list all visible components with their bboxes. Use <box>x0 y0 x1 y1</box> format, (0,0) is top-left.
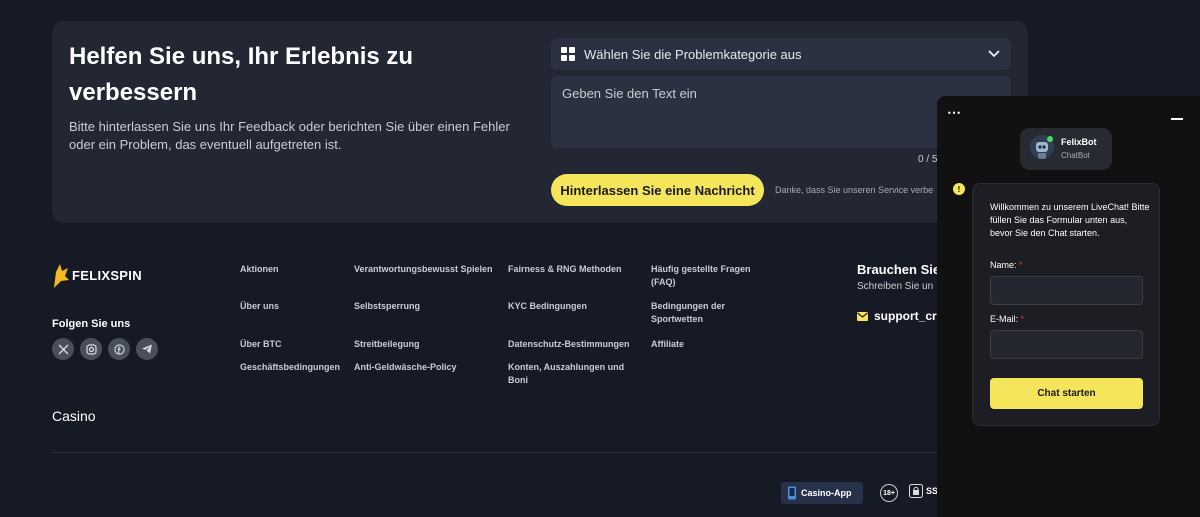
leave-message-button[interactable]: Hinterlassen Sie eine Nachricht <box>551 174 764 206</box>
write-us-text: Schreiben Sie un <box>857 281 934 292</box>
footer-link-ueber-uns[interactable]: Über uns <box>240 300 279 313</box>
follow-us-label: Folgen Sie uns <box>52 318 131 330</box>
info-icon: ! <box>953 183 965 195</box>
footer-link-fairness[interactable]: Fairness & RNG Methoden <box>508 263 622 276</box>
footer-link-kyc[interactable]: KYC Bedingungen <box>508 300 587 313</box>
start-chat-button[interactable]: Chat starten <box>990 378 1143 409</box>
bot-role: ChatBot <box>1061 151 1090 160</box>
logo-text: FELIXSPIN <box>72 267 142 283</box>
more-options-icon[interactable]: ⋯ <box>947 104 962 121</box>
footer-divider <box>52 452 942 453</box>
fox-logo-icon <box>54 264 69 288</box>
footer-link-streitbeilegung[interactable]: Streitbeilegung <box>354 338 420 351</box>
casino-heading: Casino <box>52 408 96 424</box>
bot-name: FelixBot <box>1061 137 1097 147</box>
thanks-text: Danke, dass Sie unseren Service verbe <box>775 185 934 195</box>
footer-link-verantwortung[interactable]: Verantwortungsbewusst Spielen <box>354 263 493 276</box>
feedback-description: Bitte hinterlassen Sie uns Ihr Feedback … <box>69 119 510 152</box>
footer-link-ueber-btc[interactable]: Über BTC <box>240 338 282 351</box>
footer-link-selbstsperrung[interactable]: Selbstsperrung <box>354 300 420 313</box>
problem-category-select[interactable]: Wählen Sie die Problemkategorie aus <box>551 38 1011 70</box>
footer-link-anti-geldwaesche[interactable]: Anti-Geldwäsche-Policy <box>354 361 457 374</box>
footer-link-aktionen[interactable]: Aktionen <box>240 263 279 276</box>
mail-icon <box>857 311 868 321</box>
need-help-title: Brauchen Sie <box>857 262 941 277</box>
casino-app-badge[interactable]: Casino-App <box>781 482 863 504</box>
footer-link-sportwetten[interactable]: Bedingungen der Sportwetten <box>651 300 741 326</box>
email-label: E-Mail: * <box>990 314 1025 324</box>
welcome-message: Willkommen zu unserem LiveChat! Bitte fü… <box>990 202 1150 238</box>
lock-icon <box>909 484 923 498</box>
age-18-badge: 18+ <box>880 484 898 502</box>
telegram-icon[interactable] <box>136 338 158 360</box>
support-email-text: support_cr <box>874 309 937 323</box>
felixspin-logo[interactable]: FELIXSPIN <box>52 262 142 288</box>
feedback-card: Helfen Sie uns, Ihr Erlebnis zu verbesse… <box>52 21 1028 223</box>
feedback-title: Helfen Sie uns, Ihr Erlebnis zu verbesse… <box>69 43 414 106</box>
casino-app-label: Casino-App <box>801 488 852 498</box>
facebook-icon[interactable] <box>108 338 130 360</box>
x-icon[interactable] <box>52 338 74 360</box>
footer-link-faq[interactable]: Häufig gestellte Fragen (FAQ) <box>651 263 766 289</box>
chevron-down-icon <box>988 50 1000 58</box>
footer-link-geschaeftsbedingungen[interactable]: Geschäftsbedingungen <box>240 361 340 374</box>
ssl-badge: SS <box>909 484 938 498</box>
footer-link-datenschutz[interactable]: Datenschutz-Bestimmungen <box>508 338 630 351</box>
email-field[interactable] <box>990 330 1143 359</box>
name-label: Name: * <box>990 260 1023 270</box>
livechat-widget: ⋯ FelixBot ChatBot ! Willkommen zu unser… <box>937 96 1200 517</box>
problem-category-label: Wählen Sie die Problemkategorie aus <box>584 46 802 62</box>
footer-link-affiliate[interactable]: Affiliate <box>651 338 684 351</box>
char-counter: 0 / 5 <box>918 154 938 165</box>
instagram-icon[interactable] <box>80 338 102 360</box>
footer-link-konten[interactable]: Konten, Auszahlungen und Boni <box>508 361 638 387</box>
phone-icon <box>788 486 796 500</box>
social-links <box>52 338 158 360</box>
prechat-form: Willkommen zu unserem LiveChat! Bitte fü… <box>972 183 1160 426</box>
support-email-link[interactable]: support_cr <box>857 309 937 323</box>
bot-profile-card: FelixBot ChatBot <box>1020 128 1112 170</box>
minimize-icon[interactable] <box>1171 118 1183 120</box>
grid-icon <box>561 47 575 61</box>
name-field[interactable] <box>990 276 1143 305</box>
online-status-dot <box>1047 136 1053 142</box>
